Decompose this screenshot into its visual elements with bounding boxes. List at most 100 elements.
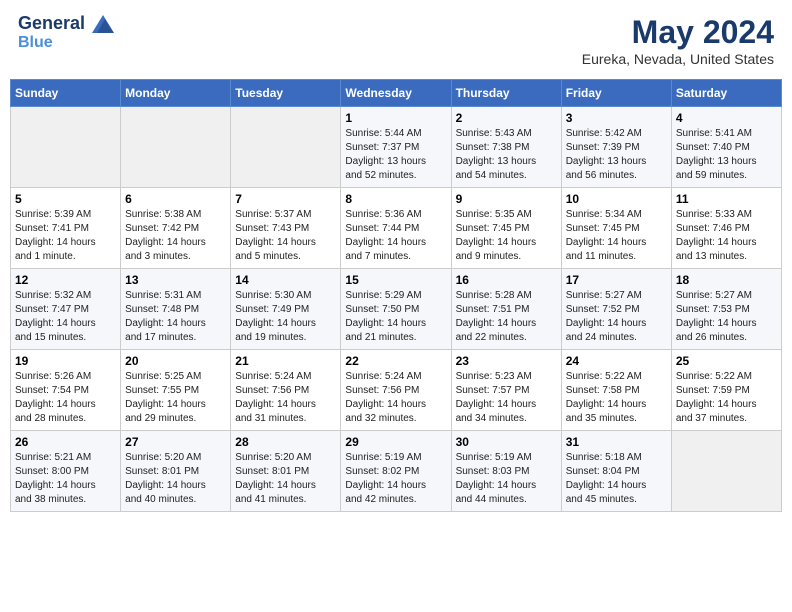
day-number: 27 <box>125 435 226 449</box>
calendar-cell <box>11 107 121 188</box>
day-number: 17 <box>566 273 667 287</box>
calendar-cell: 9 Sunrise: 5:35 AM Sunset: 7:45 PM Daylig… <box>451 188 561 269</box>
calendar-cell: 4 Sunrise: 5:41 AM Sunset: 7:40 PM Daylig… <box>671 107 781 188</box>
day-info: Sunrise: 5:20 AM Sunset: 8:01 PM Dayligh… <box>125 451 226 507</box>
logo: General Blue <box>18 14 114 51</box>
calendar-table: SundayMondayTuesdayWednesdayThursdayFrid… <box>10 79 782 512</box>
logo-icon <box>92 15 114 33</box>
weekday-header: Friday <box>561 80 671 107</box>
day-info: Sunrise: 5:18 AM Sunset: 8:04 PM Dayligh… <box>566 451 667 507</box>
day-number: 31 <box>566 435 667 449</box>
day-info: Sunrise: 5:30 AM Sunset: 7:49 PM Dayligh… <box>235 289 336 345</box>
day-number: 6 <box>125 192 226 206</box>
day-number: 1 <box>345 111 446 125</box>
calendar-cell: 7Sunrise: 5:37 AM Sunset: 7:43 PM Daylig… <box>231 188 341 269</box>
day-number: 26 <box>15 435 116 449</box>
day-number: 18 <box>676 273 777 287</box>
day-number: 24 <box>566 354 667 368</box>
day-info: Sunrise: 5:35 AM Sunset: 7:45 PM Dayligh… <box>456 208 557 264</box>
calendar-cell: 12 Sunrise: 5:32 AM Sunset: 7:47 PM Dayli… <box>11 269 121 350</box>
title-block: May 2024 Eureka, Nevada, United States <box>582 14 774 67</box>
calendar-cell: 20Sunrise: 5:25 AM Sunset: 7:55 PM Dayli… <box>121 350 231 431</box>
calendar-cell <box>231 107 341 188</box>
calendar-cell: 10Sunrise: 5:34 AM Sunset: 7:45 PM Dayli… <box>561 188 671 269</box>
weekday-header: Saturday <box>671 80 781 107</box>
day-info: Sunrise: 5:22 AM Sunset: 7:59 PM Dayligh… <box>676 370 777 426</box>
day-number: 19 <box>15 354 116 368</box>
day-number: 13 <box>125 273 226 287</box>
day-number: 22 <box>345 354 446 368</box>
day-info: Sunrise: 5:41 AM Sunset: 7:40 PM Dayligh… <box>676 127 777 183</box>
day-info: Sunrise: 5:31 AM Sunset: 7:48 PM Dayligh… <box>125 289 226 345</box>
calendar-cell: 8Sunrise: 5:36 AM Sunset: 7:44 PM Daylig… <box>341 188 451 269</box>
day-info: Sunrise: 5:43 AM Sunset: 7:38 PM Dayligh… <box>456 127 557 183</box>
calendar-cell: 29 Sunrise: 5:19 AM Sunset: 8:02 PM Dayli… <box>341 431 451 512</box>
calendar-cell: 24 Sunrise: 5:22 AM Sunset: 7:58 PM Dayli… <box>561 350 671 431</box>
day-info: Sunrise: 5:27 AM Sunset: 7:53 PM Dayligh… <box>676 289 777 345</box>
calendar-header: SundayMondayTuesdayWednesdayThursdayFrid… <box>11 80 782 107</box>
day-info: Sunrise: 5:28 AM Sunset: 7:51 PM Dayligh… <box>456 289 557 345</box>
day-number: 14 <box>235 273 336 287</box>
day-number: 23 <box>456 354 557 368</box>
calendar-cell: 28Sunrise: 5:20 AM Sunset: 8:01 PM Dayli… <box>231 431 341 512</box>
calendar-cell: 11 Sunrise: 5:33 AM Sunset: 7:46 PM Dayli… <box>671 188 781 269</box>
calendar-cell <box>671 431 781 512</box>
day-info: Sunrise: 5:22 AM Sunset: 7:58 PM Dayligh… <box>566 370 667 426</box>
day-info: Sunrise: 5:44 AM Sunset: 7:37 PM Dayligh… <box>345 127 446 183</box>
day-number: 4 <box>676 111 777 125</box>
day-number: 10 <box>566 192 667 206</box>
weekday-row: SundayMondayTuesdayWednesdayThursdayFrid… <box>11 80 782 107</box>
logo-text: General <box>18 14 114 34</box>
calendar-cell: 16 Sunrise: 5:28 AM Sunset: 7:51 PM Dayli… <box>451 269 561 350</box>
calendar-cell: 30 Sunrise: 5:19 AM Sunset: 8:03 PM Dayli… <box>451 431 561 512</box>
day-number: 5 <box>15 192 116 206</box>
calendar-cell: 25 Sunrise: 5:22 AM Sunset: 7:59 PM Dayli… <box>671 350 781 431</box>
location-title: Eureka, Nevada, United States <box>582 51 774 67</box>
day-info: Sunrise: 5:39 AM Sunset: 7:41 PM Dayligh… <box>15 208 116 264</box>
day-info: Sunrise: 5:24 AM Sunset: 7:56 PM Dayligh… <box>345 370 446 426</box>
day-number: 30 <box>456 435 557 449</box>
calendar-cell: 5 Sunrise: 5:39 AM Sunset: 7:41 PM Daylig… <box>11 188 121 269</box>
calendar-cell: 6Sunrise: 5:38 AM Sunset: 7:42 PM Daylig… <box>121 188 231 269</box>
day-info: Sunrise: 5:19 AM Sunset: 8:02 PM Dayligh… <box>345 451 446 507</box>
weekday-header: Sunday <box>11 80 121 107</box>
day-number: 2 <box>456 111 557 125</box>
weekday-header: Monday <box>121 80 231 107</box>
calendar-cell: 14 Sunrise: 5:30 AM Sunset: 7:49 PM Dayli… <box>231 269 341 350</box>
day-number: 12 <box>15 273 116 287</box>
calendar-cell: 27 Sunrise: 5:20 AM Sunset: 8:01 PM Dayli… <box>121 431 231 512</box>
calendar-cell: 22 Sunrise: 5:24 AM Sunset: 7:56 PM Dayli… <box>341 350 451 431</box>
calendar-cell: 19 Sunrise: 5:26 AM Sunset: 7:54 PM Dayli… <box>11 350 121 431</box>
logo-blue: Blue <box>18 34 114 52</box>
day-number: 15 <box>345 273 446 287</box>
calendar-cell: 26Sunrise: 5:21 AM Sunset: 8:00 PM Dayli… <box>11 431 121 512</box>
calendar-week-row: 5 Sunrise: 5:39 AM Sunset: 7:41 PM Daylig… <box>11 188 782 269</box>
day-info: Sunrise: 5:42 AM Sunset: 7:39 PM Dayligh… <box>566 127 667 183</box>
day-number: 21 <box>235 354 336 368</box>
day-number: 25 <box>676 354 777 368</box>
page-header: General Blue May 2024 Eureka, Nevada, Un… <box>10 10 782 71</box>
calendar-cell: 23Sunrise: 5:23 AM Sunset: 7:57 PM Dayli… <box>451 350 561 431</box>
calendar-cell: 15Sunrise: 5:29 AM Sunset: 7:50 PM Dayli… <box>341 269 451 350</box>
day-number: 11 <box>676 192 777 206</box>
day-number: 16 <box>456 273 557 287</box>
day-info: Sunrise: 5:26 AM Sunset: 7:54 PM Dayligh… <box>15 370 116 426</box>
weekday-header: Thursday <box>451 80 561 107</box>
day-number: 28 <box>235 435 336 449</box>
day-info: Sunrise: 5:33 AM Sunset: 7:46 PM Dayligh… <box>676 208 777 264</box>
calendar-cell: 18 Sunrise: 5:27 AM Sunset: 7:53 PM Dayli… <box>671 269 781 350</box>
calendar-cell: 2 Sunrise: 5:43 AM Sunset: 7:38 PM Daylig… <box>451 107 561 188</box>
month-title: May 2024 <box>582 14 774 51</box>
day-number: 9 <box>456 192 557 206</box>
weekday-header: Wednesday <box>341 80 451 107</box>
day-info: Sunrise: 5:32 AM Sunset: 7:47 PM Dayligh… <box>15 289 116 345</box>
day-info: Sunrise: 5:24 AM Sunset: 7:56 PM Dayligh… <box>235 370 336 426</box>
day-info: Sunrise: 5:25 AM Sunset: 7:55 PM Dayligh… <box>125 370 226 426</box>
day-number: 29 <box>345 435 446 449</box>
calendar-cell: 3Sunrise: 5:42 AM Sunset: 7:39 PM Daylig… <box>561 107 671 188</box>
calendar-week-row: 19 Sunrise: 5:26 AM Sunset: 7:54 PM Dayli… <box>11 350 782 431</box>
calendar-week-row: 12 Sunrise: 5:32 AM Sunset: 7:47 PM Dayli… <box>11 269 782 350</box>
calendar-cell: 17Sunrise: 5:27 AM Sunset: 7:52 PM Dayli… <box>561 269 671 350</box>
day-info: Sunrise: 5:19 AM Sunset: 8:03 PM Dayligh… <box>456 451 557 507</box>
calendar-cell: 1 Sunrise: 5:44 AM Sunset: 7:37 PM Daylig… <box>341 107 451 188</box>
